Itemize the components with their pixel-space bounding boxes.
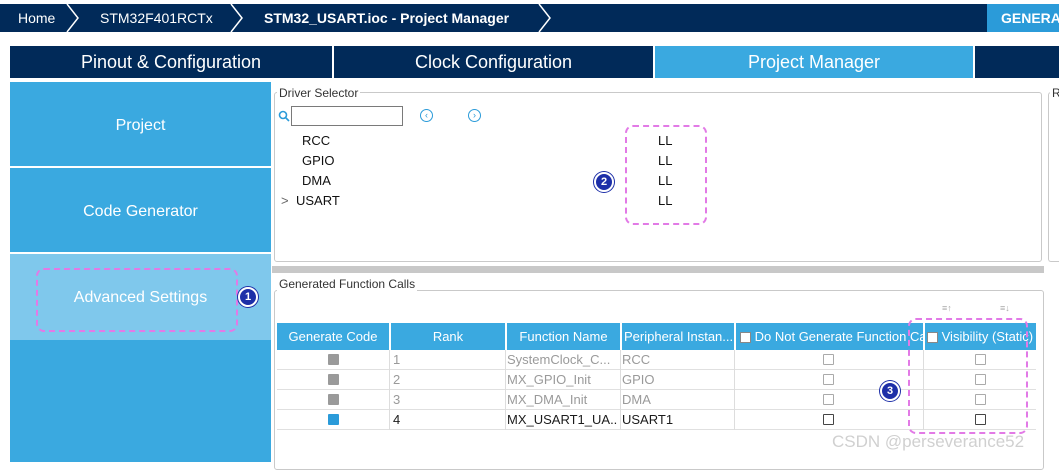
breadcrumb-device[interactable]: STM32F401RCTx [100, 4, 213, 32]
no-generate-checkbox [823, 394, 834, 405]
generate-checkbox [328, 394, 339, 405]
generate-checkbox [328, 354, 339, 365]
column-header-rank[interactable]: Rank [391, 323, 505, 350]
tab-separator [973, 46, 975, 78]
sort-up-icon[interactable]: ≡↑ [942, 303, 952, 313]
chevron-right-icon [66, 4, 79, 32]
generated-calls-title: Generated Function Calls [277, 277, 418, 291]
column-divider [389, 350, 390, 430]
sort-down-icon[interactable]: ≡↓ [1000, 303, 1010, 313]
arrow-left-circle-icon[interactable]: ‹ [420, 109, 433, 122]
column-divider [505, 350, 506, 430]
top-bar: Home STM32F401RCTx STM32_USART.ioc - Pro… [0, 0, 1059, 36]
breadcrumb-home[interactable]: Home [18, 4, 55, 32]
watermark: CSDN @perseverance52 [832, 432, 1025, 451]
column-header-generate-code[interactable]: Generate Code [277, 323, 389, 350]
driver-row-name[interactable]: DMA [302, 173, 331, 188]
driver-selector-title: Driver Selector [277, 86, 361, 100]
no-generate-checkbox [823, 354, 834, 365]
panel-splitter[interactable] [272, 266, 1044, 273]
column-header-no-generate[interactable]: Do Not Generate Function Cal [736, 323, 923, 350]
no-generate-checkbox [823, 374, 834, 385]
function-cell: MX_GPIO_Init [507, 372, 591, 387]
peripheral-cell: GPIO [622, 372, 655, 387]
arrow-right-circle-icon[interactable]: › [468, 109, 481, 122]
driver-search-input[interactable] [291, 106, 403, 126]
generate-checkbox[interactable] [328, 414, 339, 425]
column-header-function-name[interactable]: Function Name [507, 323, 620, 350]
annotation-badge: 1 [238, 287, 258, 307]
annotation-highlight-advanced-settings [36, 268, 238, 332]
main-tabs: Pinout & Configuration Clock Configurati… [10, 46, 1059, 78]
tab-clock-configuration[interactable]: Clock Configuration [334, 46, 653, 78]
tab-pinout-configuration[interactable]: Pinout & Configuration [10, 46, 332, 78]
expand-chevron-icon[interactable]: > [281, 193, 289, 208]
rank-cell: 1 [393, 352, 401, 367]
driver-row-name[interactable]: RCC [302, 133, 330, 148]
driver-row-name[interactable]: GPIO [302, 153, 335, 168]
generate-code-button[interactable]: GENERA [987, 4, 1059, 32]
tab-project-manager[interactable]: Project Manager [655, 46, 973, 78]
column-divider [734, 350, 735, 430]
breadcrumb: Home STM32F401RCTx STM32_USART.ioc - Pro… [0, 4, 1059, 32]
right-panel-frame [1048, 92, 1059, 262]
rank-cell: 4 [393, 412, 401, 427]
rank-cell: 3 [393, 392, 401, 407]
rank-cell: 2 [393, 372, 401, 387]
annotation-highlight-driver-ll [625, 125, 707, 225]
annotation-highlight-visibility [908, 318, 1028, 434]
chevron-right-icon [538, 4, 551, 32]
driver-row-name[interactable]: USART [296, 193, 340, 208]
peripheral-cell: RCC [622, 352, 651, 367]
column-header-peripheral[interactable]: Peripheral Instan... [622, 323, 734, 350]
function-cell: MX_USART1_UA... [507, 412, 617, 427]
peripheral-cell: DMA [622, 392, 651, 407]
function-cell: SystemClock_C... [507, 352, 611, 367]
sidebar-item-project[interactable]: Project [10, 82, 271, 166]
function-cell: MX_DMA_Init [507, 392, 588, 407]
chevron-right-icon [230, 4, 243, 32]
annotation-badge: 3 [880, 381, 900, 401]
column-divider [620, 350, 621, 430]
search-icon [278, 110, 290, 122]
right-panel-title: R [1050, 86, 1059, 100]
peripheral-cell: USART1 [622, 412, 674, 427]
header-checkbox[interactable] [740, 332, 751, 344]
no-generate-checkbox[interactable] [823, 414, 834, 425]
sidebar-item-code-generator[interactable]: Code Generator [10, 168, 271, 252]
generate-checkbox [328, 374, 339, 385]
annotation-badge: 2 [594, 172, 614, 192]
breadcrumb-file[interactable]: STM32_USART.ioc - Project Manager [264, 4, 509, 32]
header-label: Do Not Generate Function Cal [754, 329, 923, 344]
